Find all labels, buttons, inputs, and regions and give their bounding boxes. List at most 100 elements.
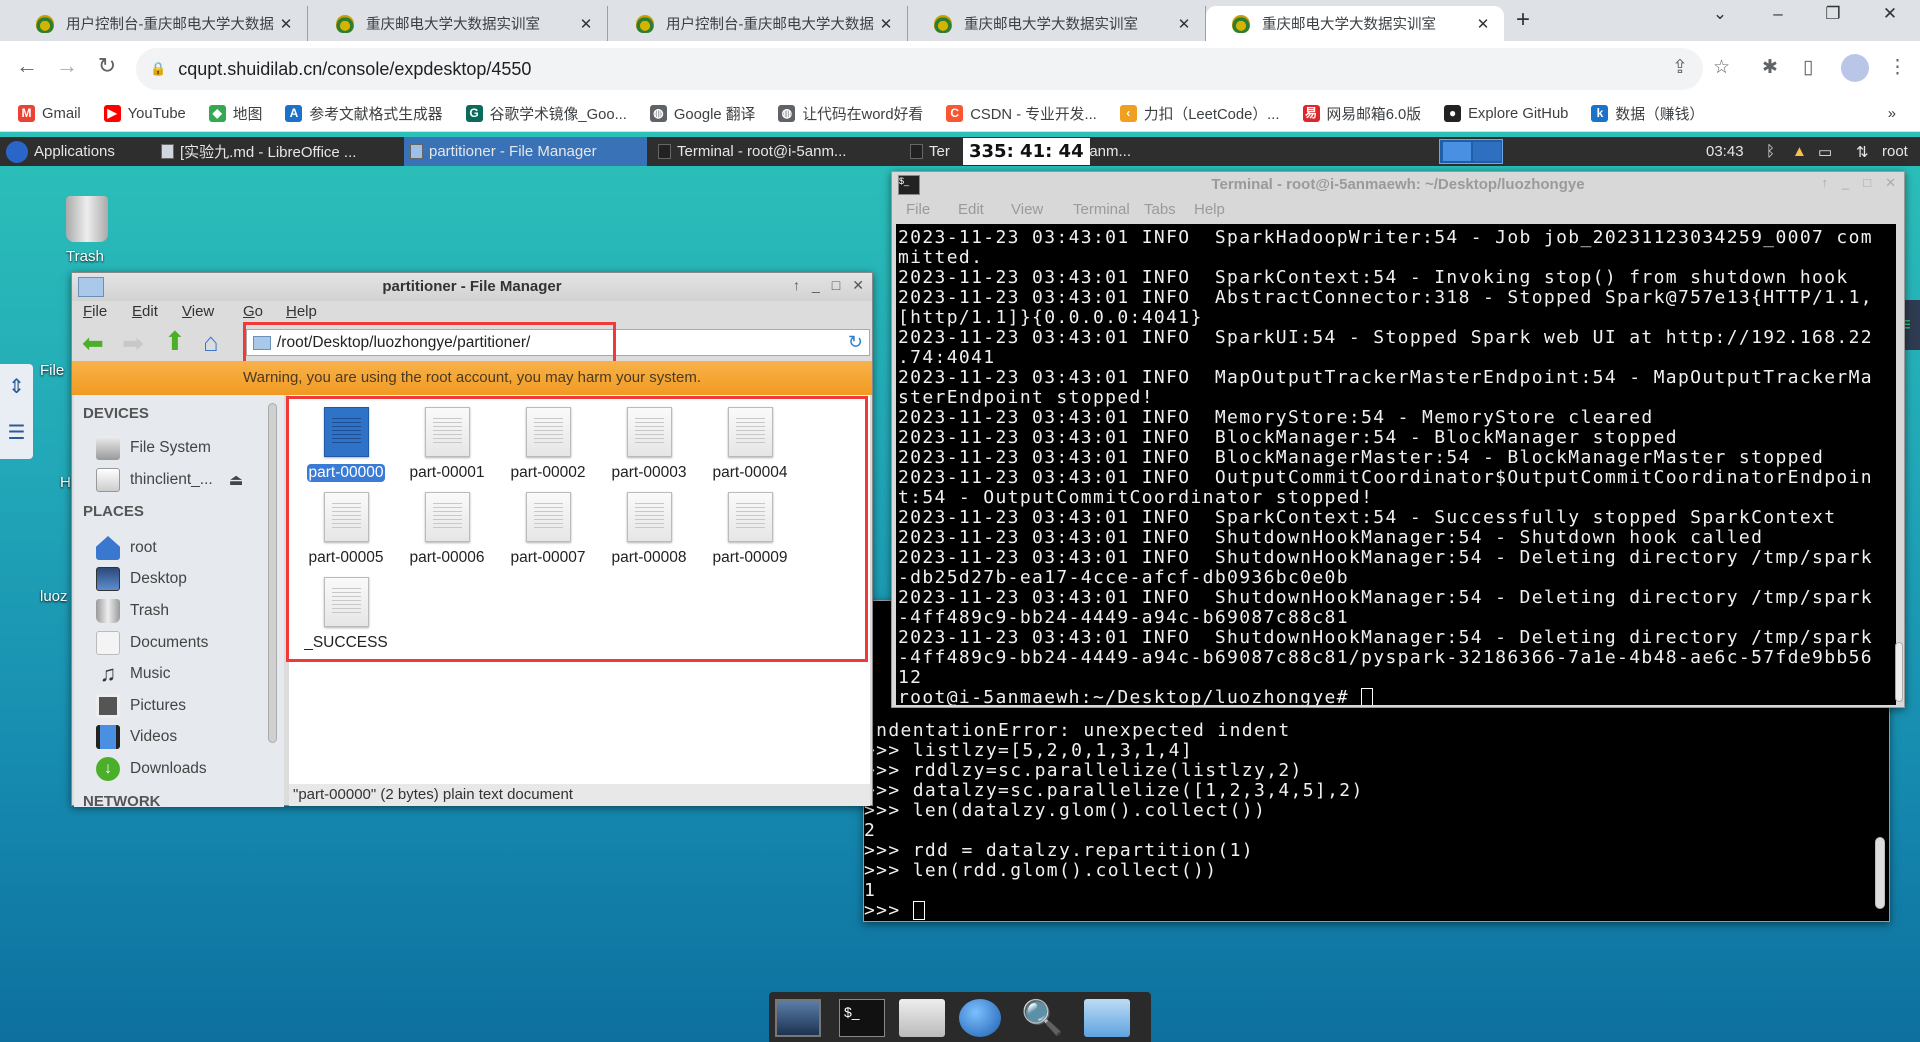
minimize-icon[interactable]: –	[1760, 4, 1796, 24]
close-tab-icon[interactable]: ✕	[877, 15, 895, 33]
shade-icon[interactable]: ↑	[1822, 175, 1829, 191]
task-libreoffice[interactable]: [实验九.md - LibreOffice ...	[155, 137, 401, 166]
desktop-icon-label[interactable]: File	[40, 362, 64, 379]
restore-icon[interactable]: ❐	[1815, 4, 1851, 24]
clock[interactable]: 03:43	[1700, 137, 1750, 166]
minimize-icon[interactable]: _	[812, 277, 820, 294]
bookmark-item[interactable]: ▶ YouTube	[103, 105, 186, 122]
menu-help[interactable]: Help	[1194, 201, 1225, 218]
bookmark-item[interactable]: A 参考文献格式生成器	[285, 103, 443, 124]
bluetooth-icon[interactable]: ᛒ	[1760, 137, 1781, 166]
expand-icon[interactable]: ⇕	[0, 364, 33, 410]
bookmark-item[interactable]: k 数据（赚钱）	[1591, 103, 1704, 124]
browser-tab-active[interactable]: 重庆邮电大学大数据实训室 ✕	[1206, 6, 1504, 41]
home-icon[interactable]: ⌂	[203, 327, 219, 358]
sidebar-item-thinclient[interactable]: thinclient_... ⏏	[96, 467, 243, 493]
minimize-icon[interactable]: _	[1842, 175, 1849, 191]
menu-view[interactable]: View	[1011, 201, 1043, 218]
search-icon[interactable]: 🔍	[1021, 999, 1063, 1037]
task-terminal-2[interactable]: Ter	[904, 137, 964, 166]
folder-icon[interactable]	[1084, 999, 1130, 1037]
web-browser-icon[interactable]	[959, 999, 1001, 1037]
list-icon[interactable]: ☰	[0, 410, 33, 456]
menu-edit[interactable]: Edit	[132, 303, 158, 320]
home-folder-icon[interactable]	[899, 999, 945, 1037]
reload-icon[interactable]: ↻	[92, 53, 122, 79]
close-tab-icon[interactable]: ✕	[577, 15, 595, 33]
workspace-2[interactable]	[1473, 142, 1501, 161]
url-bar[interactable]: 🔒 cqupt.shuidilab.cn/console/expdesktop/…	[136, 48, 1703, 90]
shade-icon[interactable]: ↑	[793, 277, 800, 294]
side-panel-icon[interactable]: ▯	[1803, 56, 1813, 79]
bookmark-item[interactable]: G 谷歌学术镜像_Goo...	[465, 103, 627, 124]
sidebar-item-documents[interactable]: Documents	[96, 630, 208, 656]
bookmark-item[interactable]: C CSDN - 专业开发...	[946, 103, 1097, 124]
sidebar-item-trash[interactable]: Trash	[96, 598, 169, 624]
notification-icon[interactable]: ▲	[1786, 137, 1813, 166]
remote-side-toolbar[interactable]: ⇕ ☰	[0, 364, 33, 459]
title-bar[interactable]: partitioner - File Manager	[72, 273, 872, 301]
browser-tab[interactable]: 重庆邮电大学大数据实训室 ✕	[908, 6, 1206, 41]
menu-view[interactable]: View	[182, 303, 214, 320]
bookmark-item[interactable]: ◍ 让代码在word好看	[778, 103, 923, 124]
screen-icon[interactable]	[775, 999, 821, 1037]
bookmark-item[interactable]: ◆ 地图	[208, 103, 262, 124]
bookmark-item[interactable]: ◍ Google 翻译	[649, 103, 755, 124]
sidebar-scrollbar[interactable]	[268, 403, 277, 743]
browser-tab[interactable]: 重庆邮电大学大数据实训室 ✕	[310, 6, 608, 41]
bookmark-item[interactable]: 易网易邮箱6.0版	[1302, 103, 1421, 124]
desktop-icon-label[interactable]: luoz	[40, 588, 68, 605]
bookmark-item[interactable]: ● Explore GitHub	[1444, 105, 1568, 122]
close-icon[interactable]: ✕	[1885, 175, 1896, 191]
sidebar-item-file-system[interactable]: File System	[96, 435, 211, 461]
applications-menu[interactable]: Applications	[0, 137, 150, 166]
task-file-manager[interactable]: partitioner - File Manager	[404, 137, 647, 166]
scrollbar[interactable]	[1895, 642, 1903, 702]
back-arrow-icon[interactable]: ⬅	[82, 328, 104, 359]
terminal-prompt-line[interactable]: >>>	[864, 901, 1364, 921]
menu-kebab-icon[interactable]: ⋮	[1888, 56, 1907, 79]
forward-arrow-icon[interactable]: ➡	[122, 328, 144, 359]
sidebar-item-desktop[interactable]: Desktop	[96, 566, 187, 592]
terminal-window-front[interactable]: Terminal - root@i-5anmaewh: ~/Desktop/lu…	[891, 171, 1905, 708]
browser-tab[interactable]: 用户控制台-重庆邮电大学大数据 ✕	[10, 6, 308, 41]
sidebar-item-pictures[interactable]: Pictures	[96, 693, 186, 719]
terminal-icon[interactable]: $_	[839, 999, 885, 1037]
close-tab-icon[interactable]: ✕	[277, 15, 295, 33]
back-icon[interactable]: ←	[12, 53, 42, 79]
eject-icon[interactable]: ⏏	[229, 471, 244, 490]
desktop-icon-label[interactable]: H	[60, 474, 71, 491]
close-window-icon[interactable]: ✕	[1872, 4, 1908, 24]
close-tab-icon[interactable]: ✕	[1474, 15, 1492, 33]
task-terminal-1[interactable]: Terminal - root@i-5anm...	[652, 137, 902, 166]
workspace-switcher[interactable]	[1439, 139, 1503, 164]
menu-file[interactable]: File	[83, 303, 107, 320]
sidebar-item-root[interactable]: root	[96, 535, 157, 561]
menu-edit[interactable]: Edit	[958, 201, 984, 218]
bookmark-item[interactable]: ‹ 力扣（LeetCode）...	[1119, 103, 1280, 124]
menu-file[interactable]: File	[906, 201, 930, 218]
maximize-icon[interactable]: □	[832, 277, 840, 294]
refresh-icon[interactable]: ↻	[848, 332, 863, 353]
trash-desktop-icon[interactable]	[66, 196, 108, 242]
profile-avatar[interactable]	[1841, 54, 1869, 82]
menu-tabs[interactable]: Tabs	[1144, 201, 1176, 218]
workspace-1[interactable]	[1443, 142, 1471, 161]
browser-tab[interactable]: 用户控制台-重庆邮电大学大数据 ✕	[610, 6, 908, 41]
tab-search-icon[interactable]: ⌄	[1702, 4, 1738, 24]
power-icon[interactable]: ▭	[1812, 137, 1838, 166]
network-icon[interactable]: ⇅	[1850, 137, 1875, 166]
user-label[interactable]: root	[1876, 137, 1914, 166]
forward-icon[interactable]: →	[52, 53, 82, 79]
maximize-icon[interactable]: □	[1863, 175, 1871, 191]
share-icon[interactable]: ⇪	[1672, 56, 1688, 79]
sidebar-item-music[interactable]: ♫ Music	[96, 661, 171, 687]
title-bar[interactable]: Terminal - root@i-5anmaewh: ~/Desktop/lu…	[892, 172, 1904, 198]
scrollbar[interactable]	[1875, 837, 1885, 909]
bookmark-star-icon[interactable]: ☆	[1713, 56, 1730, 79]
trash-desktop-label[interactable]: Trash	[66, 248, 104, 265]
menu-go[interactable]: Go	[243, 303, 263, 320]
extensions-icon[interactable]: ✱	[1762, 56, 1778, 79]
sidebar-item-downloads[interactable]: ↓ Downloads	[96, 756, 207, 782]
more-bookmarks-button[interactable]: »	[1888, 106, 1896, 122]
